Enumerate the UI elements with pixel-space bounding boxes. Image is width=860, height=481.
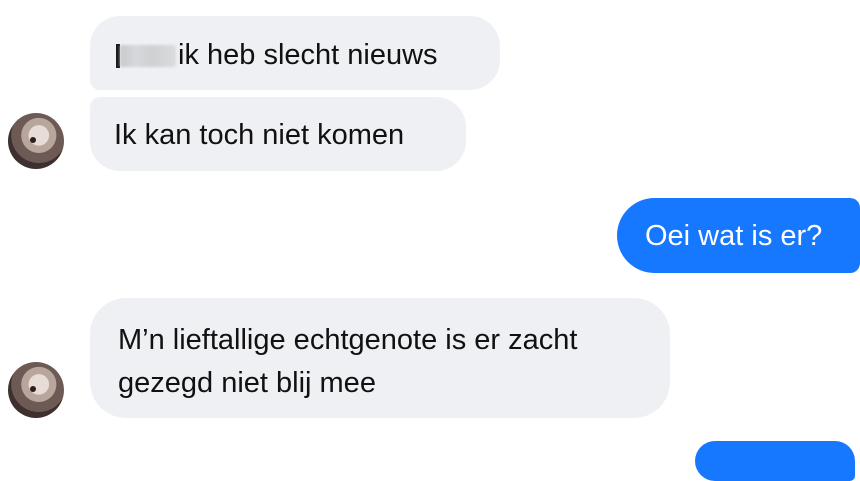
message-text: Oei wat is er?: [645, 220, 823, 252]
message-bubble-outgoing[interactable]: Oei wat is er?: [617, 198, 860, 273]
message-bubble-incoming[interactable]: Ik kan toch niet komen: [90, 97, 466, 171]
message-bubble-incoming[interactable]: ik heb slecht nieuws: [90, 16, 500, 90]
message-bubble-incoming[interactable]: M’n lieftallige echtgenote is er zacht g…: [90, 298, 670, 418]
message-text: ik heb slecht nieuws: [178, 39, 438, 71]
redacted-name: [120, 45, 176, 67]
message-text: M’n lieftallige echtgenote is er zacht g…: [118, 324, 578, 399]
message-bubble-outgoing[interactable]: [695, 441, 855, 481]
contact-avatar[interactable]: [8, 362, 64, 418]
message-text: Ik kan toch niet komen: [114, 119, 405, 151]
contact-avatar[interactable]: [8, 113, 64, 169]
